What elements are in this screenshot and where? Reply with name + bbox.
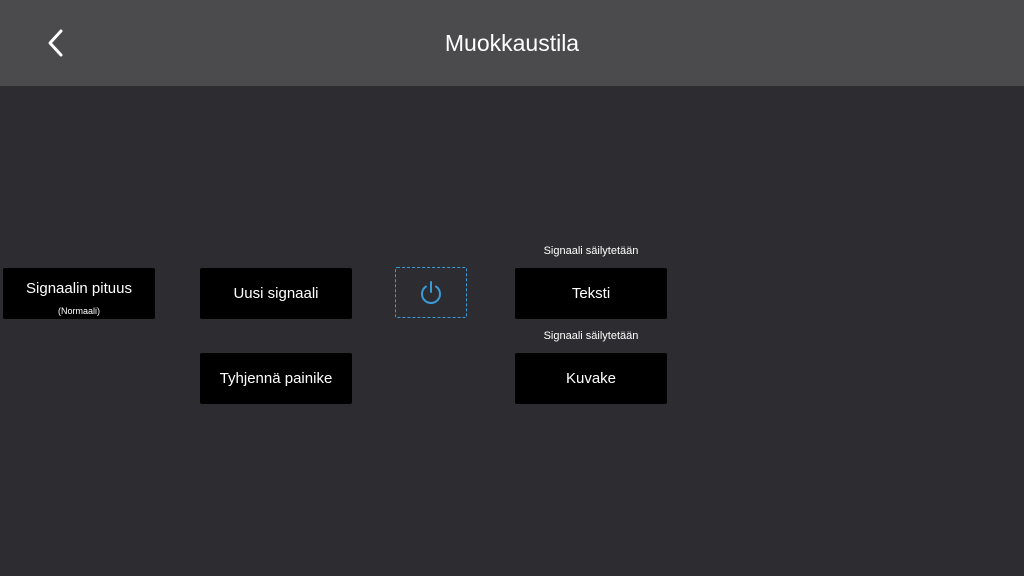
- new-signal-label: Uusi signaali: [233, 285, 319, 302]
- header-bar: Muokkaustila: [0, 0, 1024, 86]
- clear-button[interactable]: Tyhjennä painike: [200, 353, 352, 404]
- text-button[interactable]: Teksti: [515, 268, 667, 319]
- icon-button-caption: Signaali säilytetään: [543, 330, 639, 342]
- icon-button[interactable]: Kuvake: [515, 353, 667, 404]
- new-signal-button[interactable]: Uusi signaali: [200, 268, 352, 319]
- icon-button-label: Kuvake: [565, 370, 617, 387]
- page-title: Muokkaustila: [444, 30, 580, 56]
- power-icon: [421, 280, 441, 304]
- clear-button-label: Tyhjennä painike: [219, 370, 333, 387]
- signal-length-label: Signaalin pituus: [26, 279, 132, 297]
- chevron-left-icon: [48, 29, 63, 57]
- text-button-label: Teksti: [571, 285, 611, 302]
- text-button-caption: Signaali säilytetään: [543, 245, 639, 257]
- signal-length-value: (Normaali): [57, 305, 100, 316]
- back-button[interactable]: [36, 23, 76, 63]
- signal-length-button[interactable]: Signaalin pituus (Normaali): [3, 268, 155, 319]
- power-button[interactable]: [395, 267, 467, 318]
